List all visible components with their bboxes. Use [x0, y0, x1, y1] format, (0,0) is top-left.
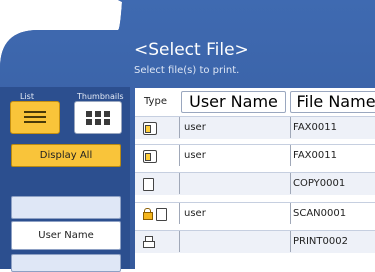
bottom-button[interactable]	[11, 254, 121, 272]
row-type-icons	[143, 236, 158, 248]
fax-icon	[143, 122, 157, 135]
file-table: Type User Name File Name user FAX0011 us…	[135, 88, 375, 269]
row-user: user	[179, 203, 283, 224]
thumbnails-tab-label: Thumbnails	[77, 92, 124, 101]
lock-icon	[143, 208, 153, 220]
list-icon	[24, 111, 46, 124]
row-user	[179, 231, 283, 252]
table-row[interactable]: user FAX0011	[135, 144, 375, 167]
row-file: FAX0011	[290, 145, 375, 166]
row-file: COPY0001	[290, 173, 375, 194]
row-type-icons	[143, 150, 161, 163]
dialog-subtitle: Select file(s) to print.	[134, 65, 240, 76]
document-icon	[156, 208, 167, 221]
row-file: SCAN0001	[290, 203, 375, 224]
table-row[interactable]: user SCAN0001	[135, 202, 375, 225]
display-all-button[interactable]: Display All	[11, 144, 121, 167]
row-type-icons	[143, 122, 161, 135]
grid-icon	[86, 111, 110, 125]
row-file: PRINT0002	[290, 231, 375, 252]
user-name-button[interactable]: User Name	[11, 221, 121, 250]
row-user: user	[179, 117, 283, 138]
printer-icon	[143, 236, 155, 248]
list-view-button[interactable]	[10, 101, 60, 134]
row-type-icons	[143, 178, 158, 191]
document-icon	[143, 178, 154, 191]
row-user: user	[179, 145, 283, 166]
row-user	[179, 173, 283, 194]
row-type-icons	[143, 208, 171, 221]
user-name-column-button[interactable]: User Name	[181, 91, 286, 113]
list-tab-label: List	[20, 92, 34, 101]
dialog-title: <Select File>	[134, 40, 249, 60]
table-row[interactable]: COPY0001	[135, 172, 375, 195]
thumbnails-view-button[interactable]	[74, 101, 122, 134]
table-row[interactable]: user FAX0011	[135, 116, 375, 139]
table-row[interactable]: PRINT0002	[135, 230, 375, 253]
file-name-column-button[interactable]: File Name	[290, 91, 375, 113]
type-column-header: Type	[135, 88, 183, 116]
fax-icon	[143, 150, 157, 163]
blank-button[interactable]	[11, 196, 121, 219]
row-file: FAX0011	[290, 117, 375, 138]
